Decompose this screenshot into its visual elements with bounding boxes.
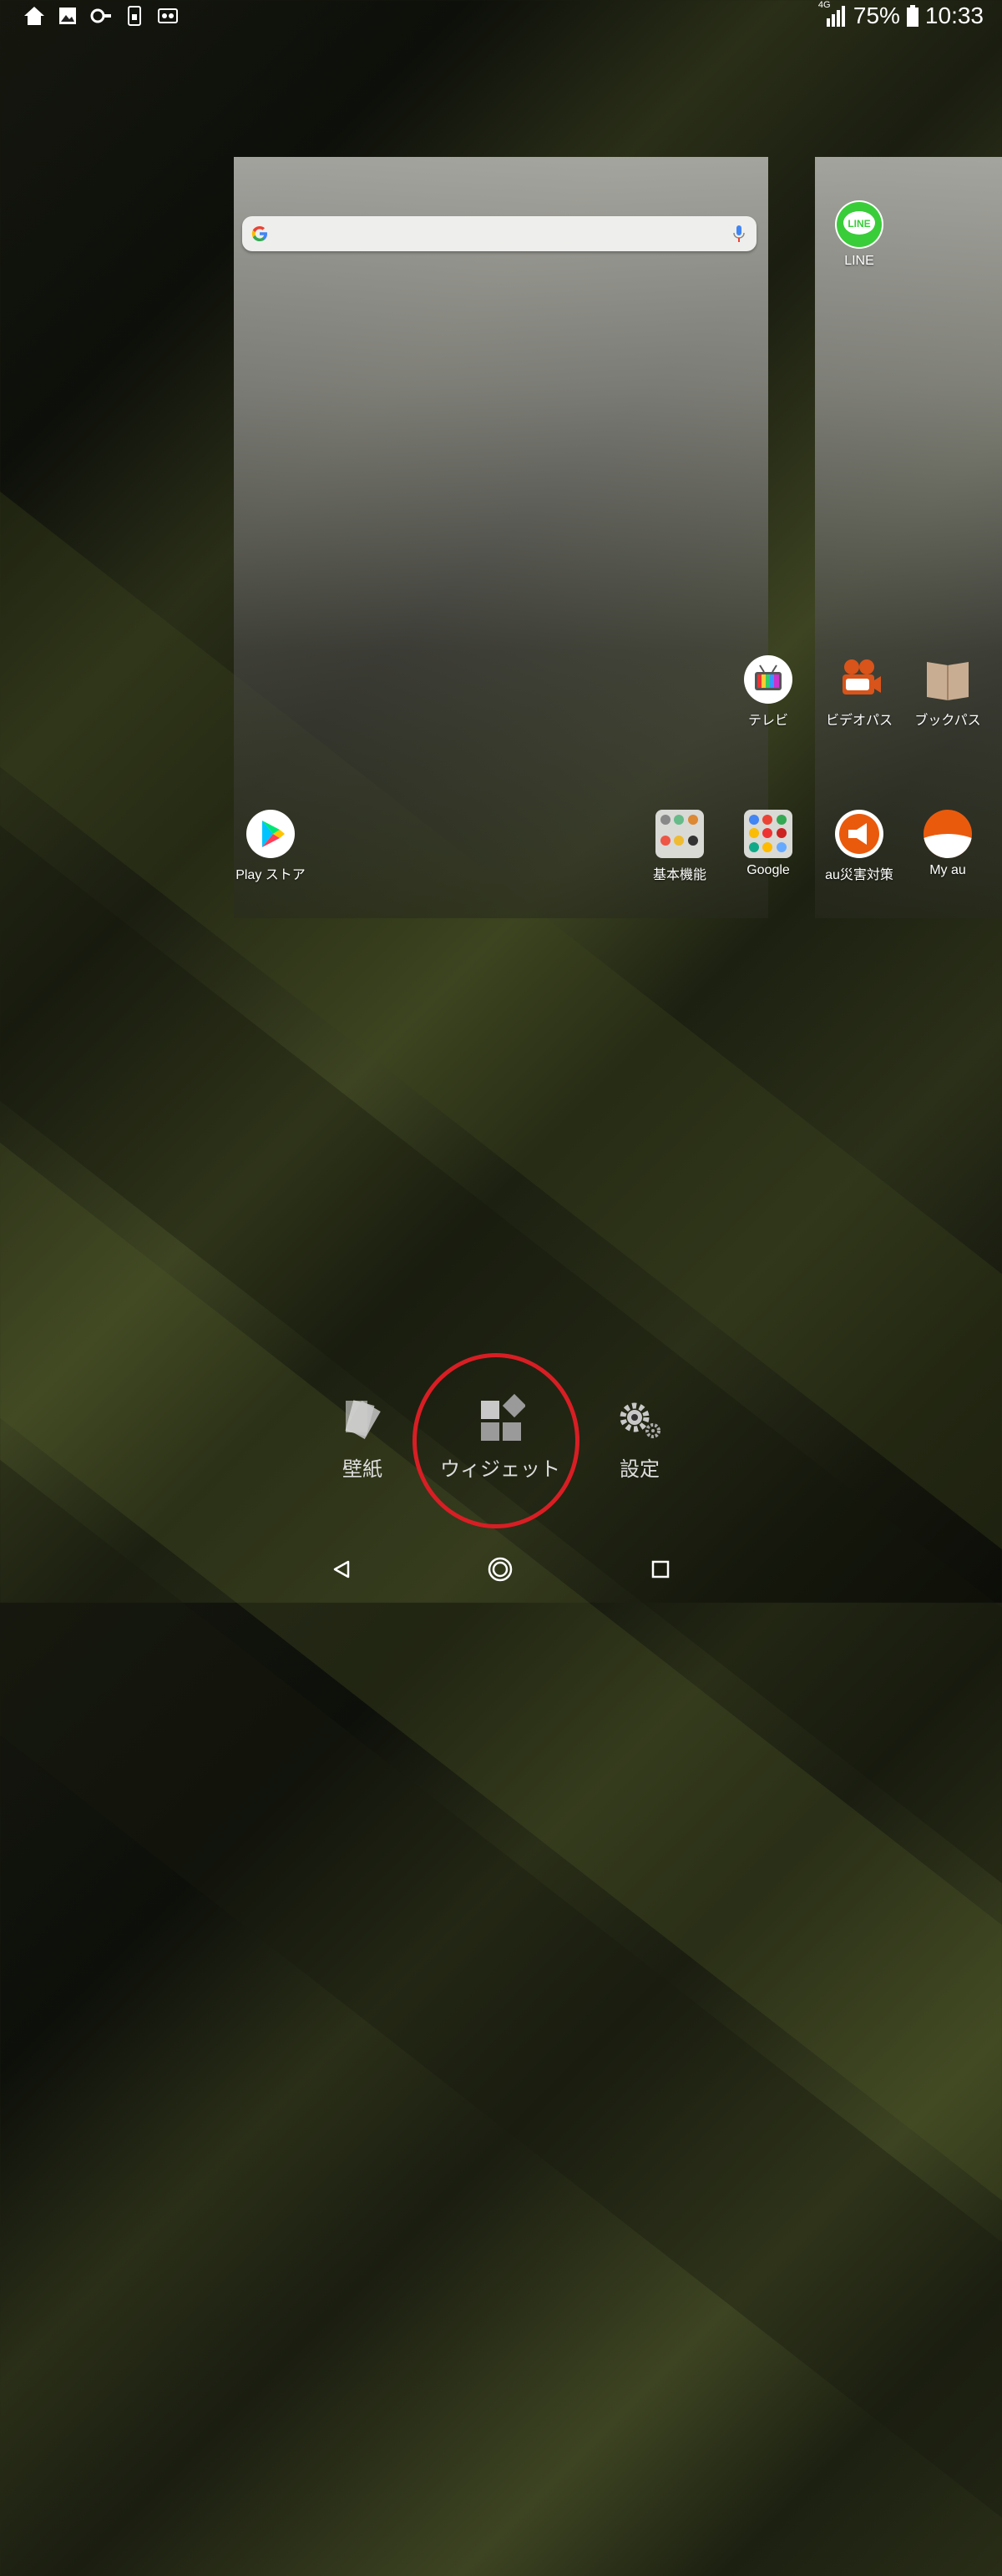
app-label: テレビ [747, 714, 788, 728]
status-bar: 4G 75% 10:33 [0, 0, 1002, 32]
signal-icon: 4G [818, 0, 847, 28]
my-au-icon [924, 810, 972, 858]
app-label: 基本機能 [652, 868, 706, 882]
google-search-bar[interactable] [242, 216, 757, 251]
navigation-bar [0, 1536, 1002, 1603]
home-circle-icon[interactable] [483, 1553, 517, 1586]
menu-label: 壁紙 [342, 1457, 382, 1481]
home-icon [23, 5, 45, 27]
app-bookpass[interactable]: ブックパス [902, 655, 994, 729]
recents-square-icon[interactable] [644, 1553, 677, 1586]
bookpass-icon [924, 655, 972, 704]
app-label: ビデオパス [825, 714, 893, 728]
menu-label: 設定 [620, 1457, 660, 1481]
app-play-store[interactable]: Play ストア [225, 810, 316, 883]
folder-icon [744, 810, 792, 858]
app-label: My au [929, 863, 966, 877]
app-label: Play ストア [235, 868, 306, 882]
videopass-icon [835, 655, 883, 704]
home-screen-panel-left[interactable]: テレビ Play ストア 基本機能 Google [234, 157, 792, 918]
back-icon[interactable] [325, 1553, 358, 1586]
clock: 10:33 [924, 3, 984, 28]
play-store-icon [246, 810, 295, 858]
app-label: LINE [844, 254, 874, 268]
google-g-icon [251, 226, 267, 241]
folder-basic-functions[interactable]: 基本機能 [634, 810, 726, 883]
highlight-circle [412, 1353, 579, 1528]
app-au-disaster[interactable]: au災害対策 [813, 810, 905, 883]
app-line[interactable]: LINE LINE [813, 200, 905, 269]
wallpaper-icon [345, 1400, 381, 1439]
folder-google[interactable]: Google [722, 810, 814, 878]
folder-icon [655, 810, 704, 858]
sim-icon [124, 5, 145, 27]
app-label: au災害対策 [825, 868, 893, 882]
key-icon [90, 5, 112, 27]
settings-gear-icon [620, 1402, 660, 1438]
battery-percent: 75% [853, 3, 900, 28]
mic-icon[interactable] [733, 225, 745, 243]
battery-icon [906, 5, 918, 27]
svg-text:LINE: LINE [848, 218, 870, 230]
app-tv[interactable]: テレビ [722, 655, 814, 729]
app-videopass[interactable]: ビデオパス [813, 655, 905, 729]
line-icon: LINE [835, 200, 883, 249]
image-icon [57, 5, 78, 27]
app-label: Google [746, 863, 790, 877]
megaphone-icon [835, 810, 883, 858]
app-my-au[interactable]: My au [902, 810, 994, 878]
tv-icon [744, 655, 792, 704]
settings-button[interactable]: 設定 [569, 1394, 711, 1482]
home-screen-panel-right[interactable]: LINE LINE ビデオパス ブックパス au災害対策 My au [815, 157, 1002, 918]
cassette-icon [157, 5, 179, 27]
app-label: ブックパス [914, 714, 981, 728]
